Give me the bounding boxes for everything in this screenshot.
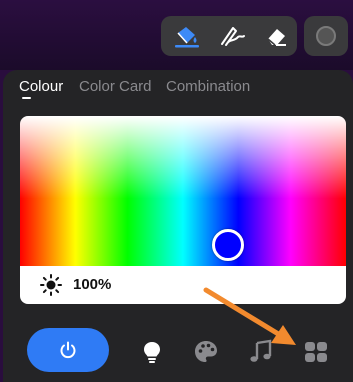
brightness-bar[interactable]: 100% <box>20 266 346 304</box>
active-tab-indicator <box>22 97 31 99</box>
record-icon <box>316 26 336 46</box>
sun-icon <box>40 274 62 296</box>
color-spectrum-picker[interactable] <box>20 116 346 266</box>
palette-icon[interactable] <box>193 339 219 365</box>
record-button[interactable] <box>304 16 348 56</box>
color-selector-handle[interactable] <box>212 229 244 261</box>
pen-icon[interactable] <box>218 24 246 48</box>
brightness-value: 100% <box>73 276 112 293</box>
music-icon[interactable] <box>248 339 274 365</box>
bulb-icon[interactable] <box>139 339 165 365</box>
colour-panel: Colour Color Card Combination 100% <box>3 70 353 382</box>
bottom-bar <box>3 322 353 382</box>
tab-colour[interactable]: Colour <box>19 78 63 95</box>
top-toolbar <box>0 0 353 70</box>
tab-combination[interactable]: Combination <box>166 78 250 95</box>
drawing-tools <box>161 16 297 56</box>
power-icon <box>60 341 76 359</box>
eraser-icon[interactable] <box>262 24 290 48</box>
paint-bucket-icon[interactable] <box>173 24 201 48</box>
grid-icon[interactable] <box>303 339 329 365</box>
power-button[interactable] <box>27 328 109 372</box>
tab-color-card[interactable]: Color Card <box>79 78 152 95</box>
